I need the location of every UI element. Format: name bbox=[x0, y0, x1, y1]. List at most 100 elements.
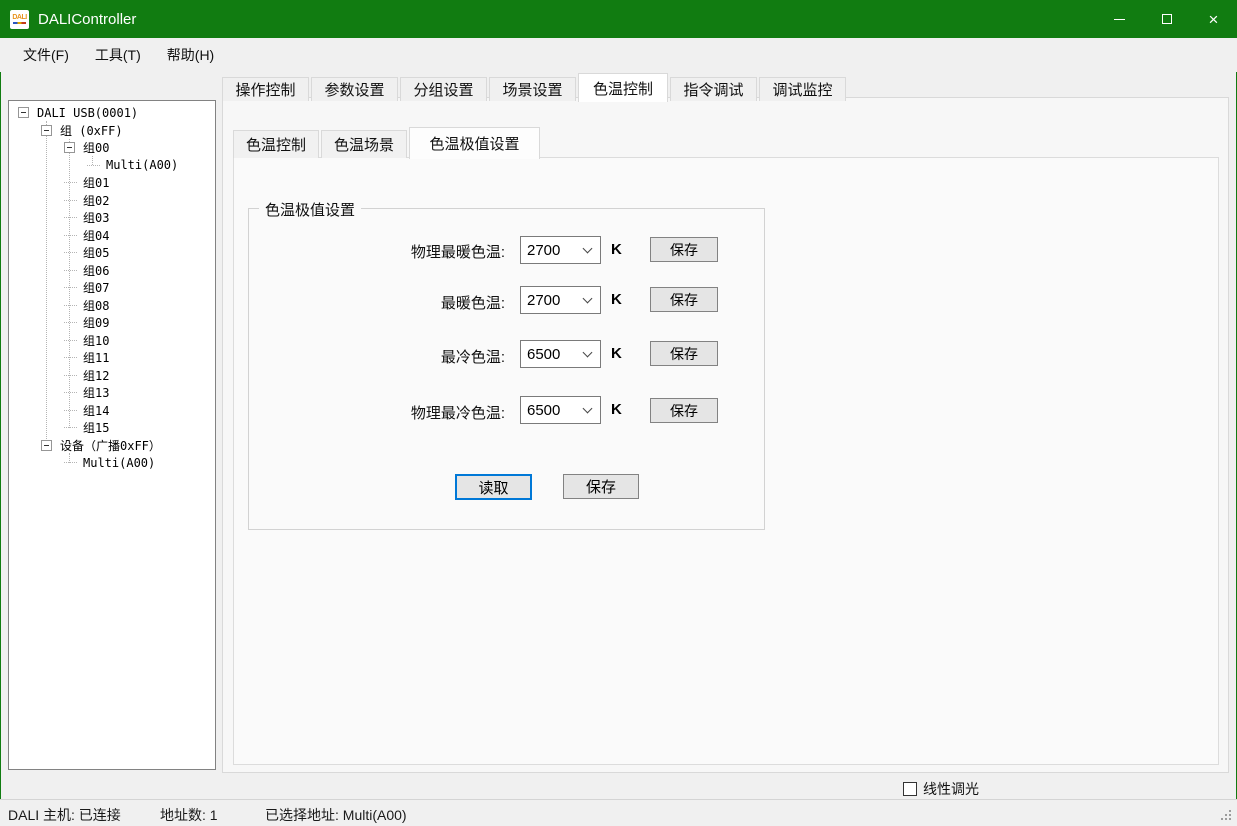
app-icon: DALI bbox=[10, 10, 29, 29]
app-icon-text: DALI bbox=[12, 14, 26, 21]
tab-operation-control[interactable]: 操作控制 bbox=[222, 77, 309, 101]
warmest-cct-label: 最暖色温: bbox=[275, 292, 505, 313]
tree-item-group-01[interactable]: 组01 bbox=[64, 174, 215, 192]
tab-debug-monitor[interactable]: 调试监控 bbox=[759, 77, 846, 101]
tree-item-label: 组13 bbox=[83, 384, 109, 401]
tree-item-label: 组02 bbox=[83, 192, 109, 209]
tree-item-multi-a00[interactable]: Multi(A00) bbox=[87, 157, 215, 175]
tree-item-label: Multi(A00) bbox=[106, 158, 178, 172]
collapse-icon[interactable] bbox=[18, 107, 29, 118]
tree-connector bbox=[64, 305, 77, 306]
tree-item-group-07[interactable]: 组07 bbox=[64, 279, 215, 297]
tree-item-group-06[interactable]: 组06 bbox=[64, 262, 215, 280]
linear-dimming-checkbox[interactable] bbox=[903, 782, 917, 796]
tree-item-group-0xff[interactable]: 组 (0xFF) bbox=[41, 122, 215, 140]
collapse-icon[interactable] bbox=[64, 142, 75, 153]
linear-dimming-label: 线性调光 bbox=[923, 779, 979, 799]
coolest-cct-label: 最冷色温: bbox=[275, 346, 505, 367]
save-physical-coolest-button[interactable]: 保存 bbox=[650, 398, 718, 423]
physical-warmest-cct-combobox[interactable]: 2700 bbox=[520, 236, 601, 264]
save-warmest-button[interactable]: 保存 bbox=[650, 287, 718, 312]
tree-item-group-13[interactable]: 组13 bbox=[64, 384, 215, 402]
tree-connector bbox=[64, 392, 77, 393]
tree-item-group-04[interactable]: 组04 bbox=[64, 227, 215, 245]
tree-connector bbox=[87, 165, 100, 166]
status-selected-address: 已选择地址: Multi(A00) bbox=[265, 805, 407, 825]
app-icon-colorbar bbox=[13, 22, 26, 24]
subtab-color-temp-control[interactable]: 色温控制 bbox=[233, 130, 319, 158]
tree-connector bbox=[64, 182, 77, 183]
window-controls: × bbox=[1096, 0, 1237, 38]
tree-connector bbox=[64, 252, 77, 253]
tab-command-debug[interactable]: 指令调试 bbox=[670, 77, 757, 101]
save-button[interactable]: 保存 bbox=[563, 474, 639, 499]
tree-connector bbox=[64, 235, 77, 236]
tree-item-group-09[interactable]: 组09 bbox=[64, 314, 215, 332]
tab-color-temp-control[interactable]: 色温控制 bbox=[578, 73, 668, 102]
tree-item-group-05[interactable]: 组05 bbox=[64, 244, 215, 262]
tree-item-label: 组15 bbox=[83, 419, 109, 436]
tree-connector bbox=[64, 340, 77, 341]
physical-coolest-cct-combobox[interactable]: 6500 bbox=[520, 396, 601, 424]
tree-connector bbox=[64, 200, 77, 201]
tree-item-group-03[interactable]: 组03 bbox=[64, 209, 215, 227]
minimize-button[interactable] bbox=[1096, 0, 1143, 38]
physical-coolest-cct-label: 物理最冷色温: bbox=[275, 402, 505, 423]
tree-item-group-08[interactable]: 组08 bbox=[64, 297, 215, 315]
tree-item-label: 组05 bbox=[83, 244, 109, 261]
linear-dimming-option: 线性调光 bbox=[903, 779, 979, 799]
tree-item-group-15[interactable]: 组15 bbox=[64, 419, 215, 437]
physical-warmest-cct-label: 物理最暖色温: bbox=[275, 241, 505, 262]
tree-item-device-broadcast[interactable]: 设备（广播0xFF） bbox=[41, 437, 215, 455]
tree-item-label: 组03 bbox=[83, 209, 109, 226]
tree-item-label: 设备（广播0xFF） bbox=[60, 437, 161, 454]
collapse-icon[interactable] bbox=[41, 125, 52, 136]
close-button[interactable]: × bbox=[1190, 0, 1237, 38]
tree-item-group-11[interactable]: 组11 bbox=[64, 349, 215, 367]
sub-tab-strip: 色温控制 色温场景 色温极值设置 bbox=[233, 127, 540, 158]
combobox-value: 2700 bbox=[527, 292, 560, 309]
save-coolest-button[interactable]: 保存 bbox=[650, 341, 718, 366]
tree-item-group-10[interactable]: 组10 bbox=[64, 332, 215, 350]
device-tree-panel: DALI USB(0001) 组 (0xFF) 组00 Multi(A00) 组… bbox=[8, 100, 216, 770]
tree-item-label: 组06 bbox=[83, 262, 109, 279]
tree-item-dali-usb[interactable]: DALI USB(0001) bbox=[18, 104, 215, 122]
tree-item-multi-a00-device[interactable]: Multi(A00) bbox=[64, 454, 215, 472]
groupbox-title: 色温极值设置 bbox=[259, 199, 361, 220]
tree-item-label: Multi(A00) bbox=[83, 456, 155, 470]
tree-item-label: 组10 bbox=[83, 332, 109, 349]
combobox-value: 2700 bbox=[527, 242, 560, 259]
read-button[interactable]: 读取 bbox=[455, 474, 532, 500]
kelvin-unit-label: K bbox=[611, 241, 622, 258]
tree-rows: DALI USB(0001) 组 (0xFF) 组00 Multi(A00) 组… bbox=[9, 101, 215, 472]
close-icon: × bbox=[1209, 11, 1219, 28]
maximize-button[interactable] bbox=[1143, 0, 1190, 38]
tree-item-group-12[interactable]: 组12 bbox=[64, 367, 215, 385]
menu-file[interactable]: 文件(F) bbox=[10, 39, 82, 71]
menu-tools[interactable]: 工具(T) bbox=[82, 39, 154, 71]
menu-help[interactable]: 帮助(H) bbox=[154, 39, 227, 71]
tree-item-label: 组08 bbox=[83, 297, 109, 314]
status-host: DALI 主机: 已连接 bbox=[8, 805, 121, 825]
tab-scene-settings[interactable]: 场景设置 bbox=[489, 77, 576, 101]
tab-parameter-settings[interactable]: 参数设置 bbox=[311, 77, 398, 101]
tree-item-label: 组12 bbox=[83, 367, 109, 384]
tree-item-group-14[interactable]: 组14 bbox=[64, 402, 215, 420]
main-tab-strip: 操作控制 参数设置 分组设置 场景设置 色温控制 指令调试 调试监控 bbox=[222, 73, 846, 101]
collapse-icon[interactable] bbox=[41, 440, 52, 451]
tree-item-group-00[interactable]: 组00 bbox=[64, 139, 215, 157]
subtab-color-temp-scene[interactable]: 色温场景 bbox=[321, 130, 407, 158]
warmest-cct-combobox[interactable]: 2700 bbox=[520, 286, 601, 314]
save-physical-warmest-button[interactable]: 保存 bbox=[650, 237, 718, 262]
tab-grouping-settings[interactable]: 分组设置 bbox=[400, 77, 487, 101]
tree-connector bbox=[64, 410, 77, 411]
subtab-color-temp-extremes[interactable]: 色温极值设置 bbox=[409, 127, 540, 159]
chevron-down-icon bbox=[583, 347, 593, 357]
tree-connector bbox=[64, 427, 77, 428]
resize-grip-icon[interactable] bbox=[1221, 810, 1233, 822]
coolest-cct-combobox[interactable]: 6500 bbox=[520, 340, 601, 368]
tree-item-label: 组 (0xFF) bbox=[60, 122, 123, 139]
tree-item-label: 组11 bbox=[83, 349, 109, 366]
combobox-value: 6500 bbox=[527, 346, 560, 363]
tree-item-group-02[interactable]: 组02 bbox=[64, 192, 215, 210]
